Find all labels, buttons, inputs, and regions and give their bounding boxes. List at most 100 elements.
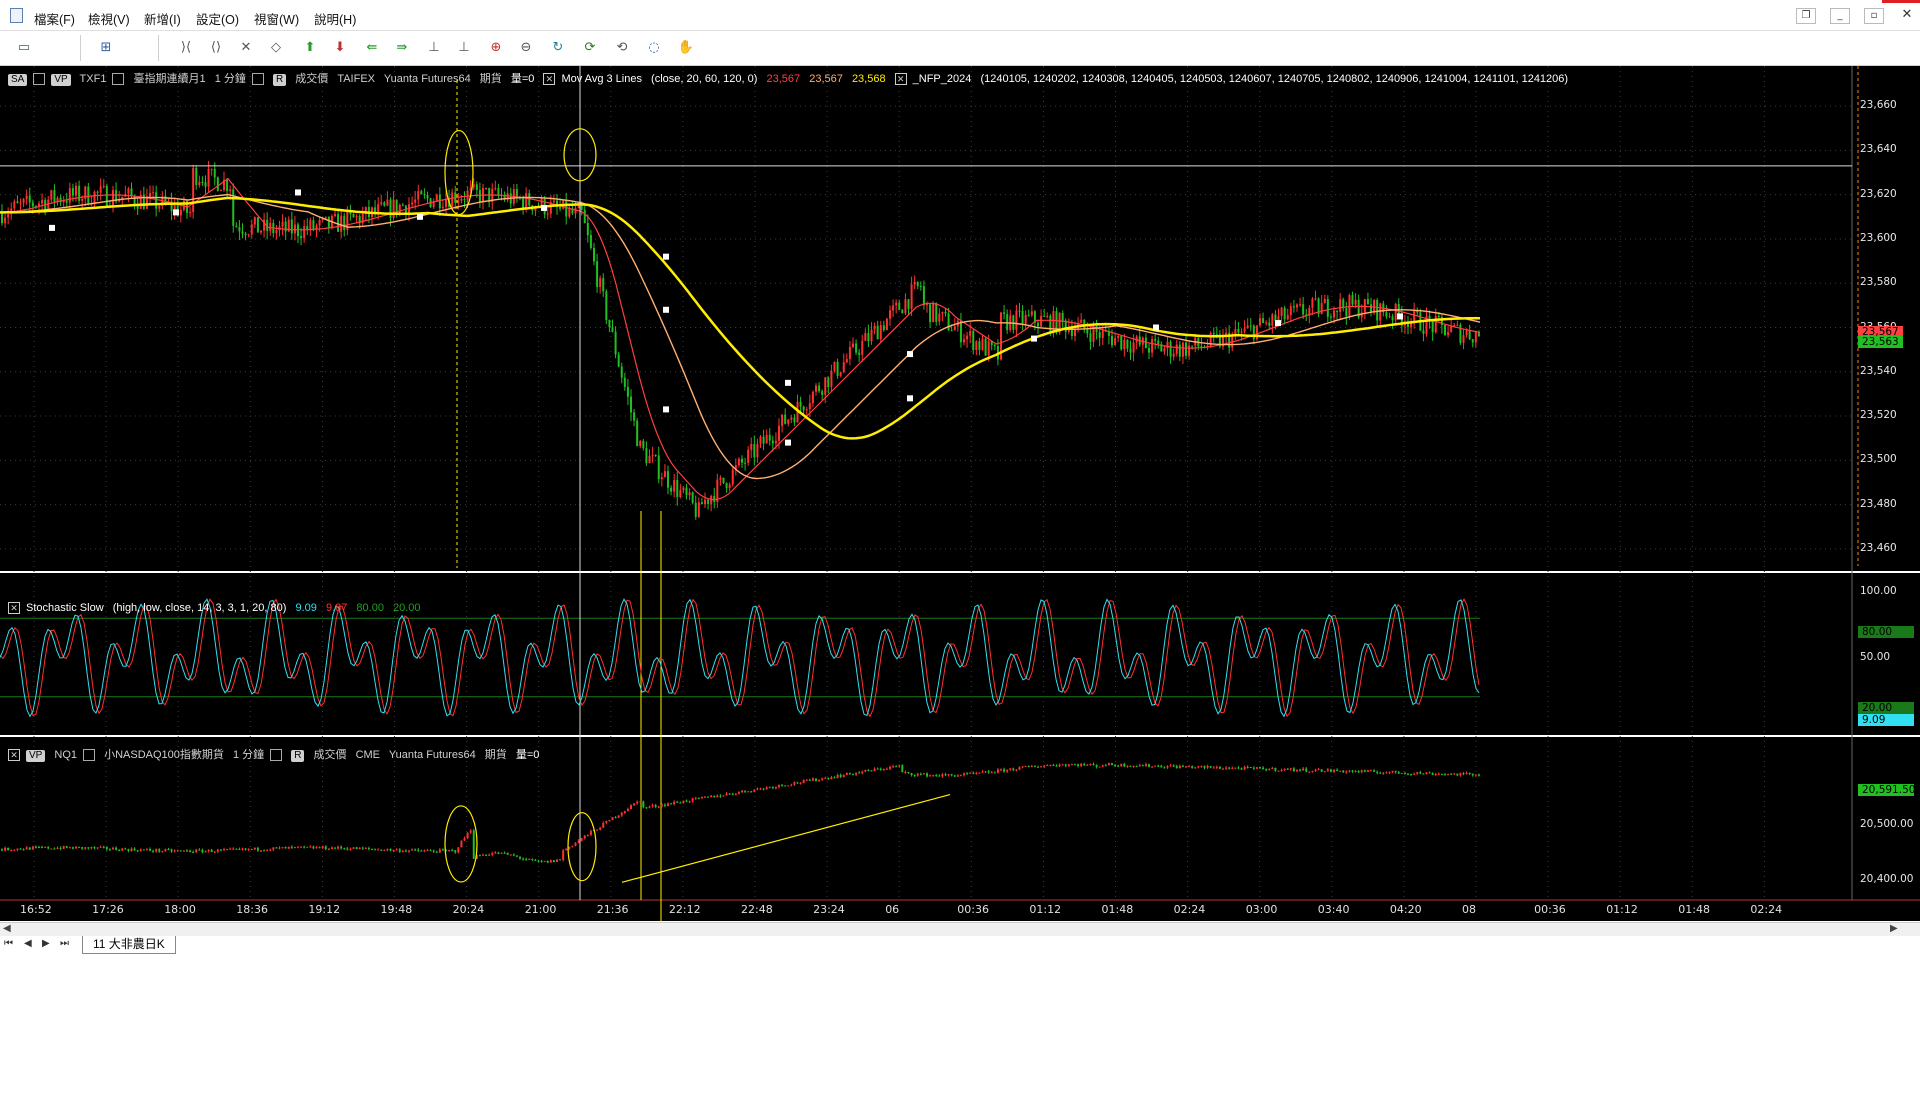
- vp-tag[interactable]: VP: [26, 750, 46, 762]
- candle-body: [238, 227, 241, 232]
- dropdown-icon[interactable]: [112, 73, 125, 86]
- next-sheet-icon[interactable]: ▶: [42, 938, 50, 949]
- nq-candle-body: [4, 847, 7, 851]
- panel1-legend: SA VP TXF1 臺指期連續月1 1 分鐘 R 成交價 TAIFEX Yuan…: [8, 70, 1574, 86]
- panel1-name: 臺指期連續月1: [133, 73, 206, 85]
- zoom-in-horizontal-icon[interactable]: ⟨⟩: [206, 38, 226, 58]
- candle-body: [969, 330, 972, 336]
- refresh-icon[interactable]: ↻: [548, 38, 568, 58]
- stoch-tick-label: 100.00: [1860, 585, 1897, 597]
- close-icon[interactable]: ✕: [1898, 8, 1916, 22]
- nq-candle-body: [981, 771, 984, 773]
- menu-file[interactable]: 檔案(F): [34, 9, 75, 28]
- horizontal-scrollbar[interactable]: ◀ ▶: [0, 922, 1920, 936]
- new-chart-icon[interactable]: ▭: [14, 38, 34, 58]
- nq-candle-body: [1151, 766, 1154, 768]
- scroll-right-icon[interactable]: ▶: [1890, 923, 1898, 934]
- close-indicator-icon[interactable]: ✕: [8, 602, 20, 615]
- cursor-mark-icon[interactable]: ⊥: [454, 38, 474, 58]
- time-tick-label: 18:00: [164, 903, 196, 916]
- nq-candle-body: [352, 847, 355, 849]
- nq-candle-body: [515, 855, 518, 857]
- dropdown-icon[interactable]: [251, 73, 264, 86]
- time-tick-label: 08: [1462, 903, 1476, 916]
- nq-candle-body: [253, 847, 256, 850]
- nq-candle-body: [361, 847, 364, 849]
- hide-icon[interactable]: ◌: [644, 38, 664, 58]
- sheet-tab[interactable]: 11 大非農日K: [82, 936, 176, 954]
- candle-body: [987, 341, 990, 356]
- add-indicator-icon[interactable]: ⊞: [96, 38, 116, 58]
- stoch-upper-tag: 80.00: [1858, 626, 1914, 638]
- menu-insert[interactable]: 新增(I): [144, 9, 181, 28]
- restore-window-icon[interactable]: ❐: [1796, 8, 1816, 24]
- candle-body: [599, 278, 602, 288]
- ma-value-2: 23,567: [809, 73, 843, 85]
- candle-body: [1169, 341, 1172, 357]
- candle-body: [750, 444, 753, 450]
- menu-window[interactable]: 視窗(W): [254, 9, 299, 28]
- zoom-out-icon[interactable]: ⊖: [516, 38, 536, 58]
- close-indicator-icon[interactable]: ✕: [543, 73, 556, 86]
- candle-body: [787, 419, 790, 424]
- nq-candle-body: [41, 846, 44, 848]
- nq-candle-body: [75, 846, 77, 849]
- chart-canvas[interactable]: [0, 66, 1920, 921]
- last-sheet-icon[interactable]: ⏭: [60, 938, 69, 949]
- candle-body: [1397, 303, 1400, 315]
- close-indicator-icon[interactable]: ✕: [894, 73, 907, 86]
- nq-candle-body: [1400, 773, 1403, 775]
- r-tag[interactable]: R: [272, 74, 287, 86]
- chart-area[interactable]: SA VP TXF1 臺指期連續月1 1 分鐘 R 成交價 TAIFEX Yuan…: [0, 66, 1920, 921]
- menu-view[interactable]: 檢視(V): [88, 9, 130, 28]
- expand-icon[interactable]: ◇: [266, 38, 286, 58]
- hand-icon[interactable]: ✋: [676, 38, 696, 58]
- nq-candle-body: [892, 766, 895, 768]
- zoom-in-icon[interactable]: ⊕: [486, 38, 506, 58]
- dropdown-icon[interactable]: [33, 73, 46, 86]
- cursor-cross-icon[interactable]: ⊥: [424, 38, 444, 58]
- candle-body: [1049, 315, 1052, 333]
- scroll-left-icon[interactable]: ◀: [3, 923, 11, 934]
- menu-settings[interactable]: 設定(O): [196, 9, 239, 28]
- dropdown-icon[interactable]: [270, 749, 283, 762]
- maximize-icon[interactable]: ▫: [1864, 8, 1884, 24]
- minimize-icon[interactable]: _: [1830, 8, 1850, 24]
- app-icon[interactable]: [10, 8, 23, 23]
- arrow-left-icon[interactable]: ⇚: [362, 38, 382, 58]
- compress-icon[interactable]: ✕: [236, 38, 256, 58]
- sa-tag[interactable]: SA: [8, 74, 28, 86]
- first-sheet-icon[interactable]: ⏮: [4, 938, 13, 949]
- accent-mark: [1882, 0, 1920, 3]
- nq-candle-body: [457, 847, 460, 853]
- nq-candle-body: [904, 771, 907, 773]
- replay-back-icon[interactable]: ⟲: [612, 38, 632, 58]
- nq-candle-body: [1148, 764, 1150, 767]
- nq-candle-body: [164, 849, 167, 852]
- panel1-symbol: TXF1: [79, 73, 107, 85]
- arrow-down-icon[interactable]: ⬇: [330, 38, 350, 58]
- arrow-up-icon[interactable]: ⬆: [300, 38, 320, 58]
- price-tick-label: 23,640: [1860, 143, 1897, 156]
- vp-tag[interactable]: VP: [51, 74, 71, 86]
- nq-candle-body: [1447, 773, 1450, 775]
- r-tag[interactable]: R: [291, 750, 305, 762]
- prev-sheet-icon[interactable]: ◀: [24, 938, 32, 949]
- candle-body: [1061, 312, 1064, 321]
- zoom-out-horizontal-icon[interactable]: ⟩⟨: [176, 38, 196, 58]
- arrow-right-icon[interactable]: ⇛: [392, 38, 412, 58]
- close-indicator-icon[interactable]: ✕: [8, 749, 20, 762]
- replay-icon[interactable]: ⟳: [580, 38, 600, 58]
- menu-help[interactable]: 說明(H): [314, 9, 356, 28]
- candle-body: [602, 278, 605, 292]
- nq-candle-body: [232, 848, 235, 850]
- nq-candle-body: [1064, 764, 1067, 766]
- nq-candle-body: [182, 850, 185, 852]
- dropdown-icon[interactable]: [83, 749, 96, 762]
- nq-candle-body: [673, 801, 676, 805]
- nq-candle-body: [1323, 771, 1326, 773]
- candle-body: [475, 184, 478, 191]
- nq-candle-body: [398, 849, 401, 852]
- candle-body: [898, 302, 901, 310]
- candle-body: [303, 226, 306, 239]
